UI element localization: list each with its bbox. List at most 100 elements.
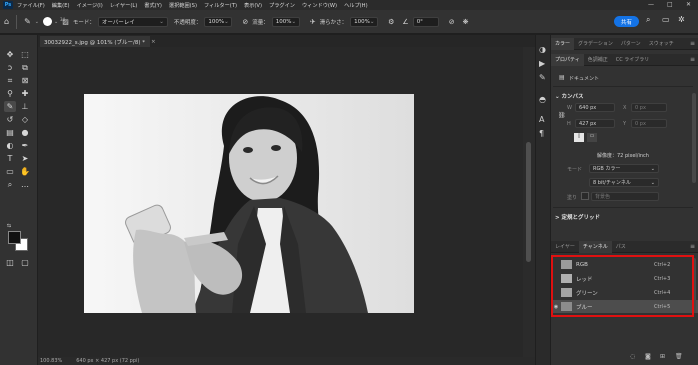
menu-layer[interactable]: レイヤー(L) — [110, 2, 138, 9]
bit-depth-select[interactable]: 8 bit/チャンネル ⌄ — [589, 178, 659, 187]
delete-channel-icon[interactable]: 🗑 — [675, 353, 683, 360]
landscape-orientation-icon[interactable]: ▭ — [587, 133, 597, 142]
menu-edit[interactable]: 編集(E) — [52, 2, 70, 9]
zoom-level[interactable]: 100.83% — [40, 358, 62, 364]
close-window-button[interactable]: ✕ — [686, 1, 691, 8]
tab-properties[interactable]: プロパティ — [551, 53, 584, 66]
chevron-down-icon[interactable]: ⌄ — [54, 19, 58, 25]
character-icon[interactable]: A — [539, 115, 544, 124]
play-icon[interactable]: ▶ — [539, 59, 545, 68]
lasso-icon[interactable]: ↄ — [4, 62, 16, 73]
eraser-icon[interactable]: ◇ — [19, 114, 31, 125]
document-tab[interactable]: 30032922_s.jpg @ 101% (ブルー/8) * × — [40, 36, 156, 47]
artboard-icon[interactable]: ⬚ — [19, 49, 31, 60]
pressure-opacity-icon[interactable]: ⊘ — [242, 18, 248, 26]
zoom-icon[interactable]: ⌕ — [4, 179, 16, 190]
tab-channels[interactable]: チャンネル — [578, 240, 612, 253]
opacity-field[interactable]: 100% ⌄ — [204, 16, 233, 27]
menu-help[interactable]: ヘルプ(H) — [344, 2, 368, 9]
foreground-color-swatch[interactable] — [8, 231, 21, 244]
path-select-icon[interactable]: ➤ — [19, 153, 31, 164]
x-field[interactable]: 0 px — [631, 103, 667, 112]
menu-type[interactable]: 書式(Y) — [144, 2, 162, 9]
shape-icon[interactable]: ▭ — [4, 166, 16, 177]
menu-plugins[interactable]: プラグイン — [269, 2, 295, 9]
height-field[interactable]: 427 px — [575, 119, 615, 128]
angle-field[interactable]: 0° — [412, 16, 439, 27]
menu-file[interactable]: ファイル(F) — [17, 2, 45, 9]
fill-color-swatch[interactable] — [581, 192, 589, 200]
pen-icon[interactable]: ✒ — [19, 140, 31, 151]
home-icon[interactable]: ⌂ — [4, 17, 9, 26]
airbrush-icon[interactable]: ✈ — [310, 18, 316, 26]
paragraph-icon[interactable]: ¶ — [539, 129, 544, 138]
new-channel-icon[interactable]: ⊞ — [660, 353, 665, 360]
width-field[interactable]: 640 px — [575, 103, 615, 112]
move-icon[interactable]: ✥ — [4, 49, 16, 60]
menu-image[interactable]: イメージ(I) — [77, 2, 103, 9]
document-image[interactable] — [84, 94, 414, 313]
dodge-icon[interactable]: ◐ — [4, 140, 16, 151]
search-icon[interactable]: ⌕ — [646, 15, 650, 25]
link-icon[interactable]: ⛓ — [558, 112, 566, 119]
properties-scrollbar[interactable] — [692, 93, 696, 183]
pressure-size-icon[interactable]: ⊘ — [449, 18, 455, 26]
tab-adjustments[interactable]: 色調補正 — [584, 54, 612, 66]
tab-pattern[interactable]: パターン — [617, 38, 645, 50]
workspace-icon[interactable]: ▭ — [662, 15, 670, 24]
brush-panel-icon[interactable]: ✎ — [539, 73, 546, 82]
history-brush-icon[interactable]: ↺ — [4, 114, 16, 125]
menu-filter[interactable]: フィルター(T) — [204, 2, 237, 9]
tab-paths[interactable]: パス — [612, 241, 630, 253]
blend-mode-select[interactable]: オーバーレイ ⌄ — [97, 16, 168, 27]
load-selection-icon[interactable]: ◌ — [630, 353, 635, 360]
canvas-section-title[interactable]: ⌄ カンバス — [555, 92, 584, 100]
y-field[interactable]: 0 px — [631, 119, 667, 128]
adjustments-icon[interactable]: ◓ — [539, 95, 546, 104]
portrait-orientation-icon[interactable]: ▯ — [574, 133, 584, 142]
settings-icon[interactable]: ✲ — [678, 15, 685, 24]
scrollbar-thumb[interactable] — [526, 142, 531, 262]
color-panel-icon[interactable]: ◑ — [539, 45, 546, 54]
quick-mask-icon[interactable]: ◫ — [4, 257, 16, 268]
gradient-icon[interactable]: ▤ — [4, 127, 16, 138]
object-select-icon[interactable]: ⧉ — [19, 62, 31, 73]
type-icon[interactable]: T — [4, 153, 16, 164]
color-mode-select[interactable]: RGB カラー ⌄ — [589, 164, 659, 173]
menu-select[interactable]: 選択範囲(S) — [169, 2, 197, 9]
share-button[interactable]: 共有 — [614, 16, 639, 27]
brush-size-preview[interactable] — [42, 17, 52, 26]
panel-menu-icon[interactable]: ≡ — [690, 243, 695, 250]
guides-section-title[interactable]: > 定規とグリッド — [555, 213, 600, 221]
stamp-icon[interactable]: ⊥ — [19, 101, 31, 112]
menu-view[interactable]: 表示(V) — [244, 2, 262, 9]
panel-menu-icon[interactable]: ≡ — [690, 40, 695, 47]
crop-icon[interactable]: ⌗ — [4, 75, 16, 86]
minimize-button[interactable]: — — [648, 1, 654, 8]
screen-mode-icon[interactable]: ▢ — [19, 257, 31, 268]
menu-window[interactable]: ウィンドウ(W) — [302, 2, 337, 9]
panel-menu-icon[interactable]: ≡ — [690, 56, 695, 63]
maximize-button[interactable]: □ — [667, 1, 673, 8]
symmetry-icon[interactable]: ❋ — [463, 18, 469, 26]
brush-preset-icon[interactable]: ✎ — [24, 17, 31, 26]
save-selection-icon[interactable]: ◙ — [645, 353, 651, 360]
close-tab-icon[interactable]: × — [151, 39, 156, 45]
brush-tool-icon[interactable]: ✎ — [4, 101, 16, 112]
blur-icon[interactable]: ● — [19, 127, 31, 138]
tab-cc-libraries[interactable]: CC ライブラリ — [612, 54, 654, 66]
tab-gradient[interactable]: グラデーション — [574, 38, 617, 50]
smoothing-settings-icon[interactable]: ⚙ — [388, 18, 394, 26]
hand-icon[interactable]: ✋ — [19, 166, 31, 177]
eyedropper-icon[interactable]: ⚲ — [4, 88, 16, 99]
chevron-down-icon[interactable]: ⌄ — [35, 19, 39, 25]
tab-layers[interactable]: レイヤー — [551, 241, 579, 253]
fill-select[interactable]: 背景色 — [591, 192, 659, 201]
vertical-scrollbar[interactable] — [523, 47, 535, 357]
tab-swatches[interactable]: スウォッチ — [645, 38, 678, 50]
smoothing-field[interactable]: 100% ⌄ — [350, 16, 379, 27]
frame-icon[interactable]: ⊠ — [19, 75, 31, 86]
more-tools-icon[interactable]: … — [19, 179, 31, 190]
flow-field[interactable]: 100% ⌄ — [271, 16, 300, 27]
tab-color[interactable]: カラー — [551, 37, 575, 50]
